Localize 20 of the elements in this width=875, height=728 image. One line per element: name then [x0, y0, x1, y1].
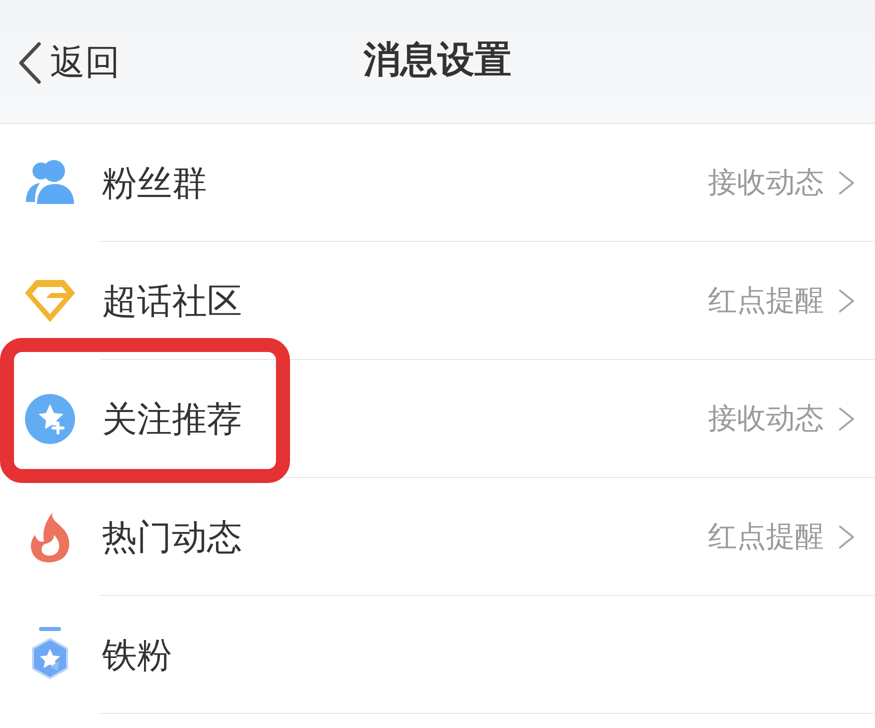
chevron-right-icon: [838, 525, 855, 549]
chevron-right-icon: [838, 407, 855, 431]
row-label: 关注推荐: [102, 398, 242, 442]
page-title: 消息设置: [364, 36, 512, 82]
chevron-right-icon: [838, 171, 855, 195]
chevron-right-icon: [838, 289, 855, 313]
flame-icon: [29, 511, 71, 563]
row-label: 铁粉: [102, 634, 172, 678]
row-label: 粉丝群: [102, 162, 207, 206]
chevron-left-icon: [18, 42, 42, 84]
diamond-icon: [24, 279, 76, 323]
row-value: 接收动态: [708, 164, 824, 201]
row-value: 红点提醒: [708, 518, 824, 555]
row-label: 超话社区: [102, 280, 242, 324]
star-plus-icon: [25, 394, 75, 444]
row-value: 红点提醒: [708, 282, 824, 319]
people-icon: [24, 160, 76, 206]
row-label: 热门动态: [102, 516, 242, 560]
row-value: 接收动态: [708, 400, 824, 437]
back-button[interactable]: 返回: [18, 39, 120, 86]
